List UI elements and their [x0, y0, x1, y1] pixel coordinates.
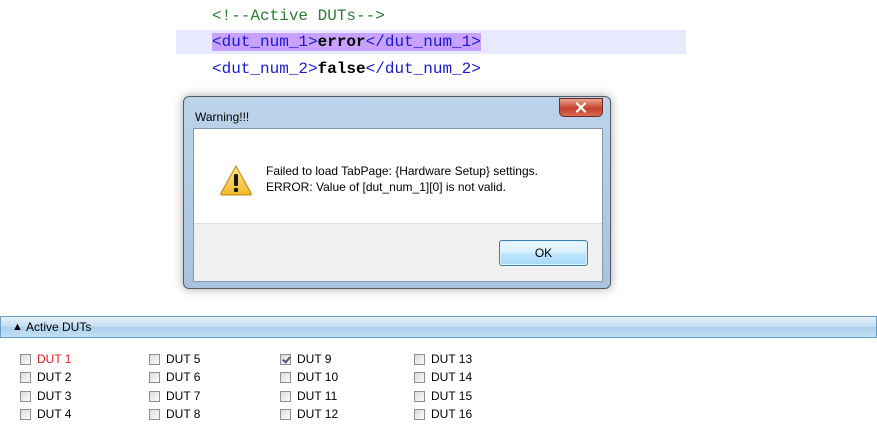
dut-label: DUT 3: [37, 389, 72, 403]
active-duts-header[interactable]: ▲ Active DUTs: [0, 316, 877, 338]
dut-label: DUT 1: [37, 352, 72, 366]
dut-checkbox[interactable]: [414, 390, 425, 402]
xml-close-tag: </dut_num_2>: [365, 60, 481, 78]
dut-checkbox-item[interactable]: DUT 7: [149, 388, 200, 404]
dialog-title: Warning!!!: [195, 110, 250, 124]
dut-checkbox-item[interactable]: DUT 4: [20, 406, 71, 422]
dut-label: DUT 8: [166, 407, 201, 421]
dut-checkbox-item[interactable]: DUT 9: [280, 351, 331, 367]
xml-value: error: [317, 33, 366, 51]
ok-button[interactable]: OK: [499, 240, 588, 266]
dut-checkbox-item[interactable]: DUT 10: [280, 369, 338, 385]
dut-checkbox-item[interactable]: DUT 16: [414, 406, 472, 422]
close-icon: [575, 102, 587, 113]
dut-checkbox-item[interactable]: DUT 13: [414, 351, 472, 367]
warning-dialog: Warning!!! Failed to load TabPage: {Hard…: [183, 96, 611, 289]
dut-label: DUT 15: [431, 389, 473, 403]
dut-checkbox-item[interactable]: DUT 6: [149, 369, 200, 385]
dut-label: DUT 16: [431, 407, 473, 421]
dut-checkbox[interactable]: [280, 408, 291, 420]
dut-label: DUT 9: [297, 352, 332, 366]
dut-label: DUT 6: [166, 370, 201, 384]
dut-checkbox-item[interactable]: DUT 12: [280, 406, 338, 422]
dut-label: DUT 10: [297, 370, 339, 384]
dut-label: DUT 5: [166, 352, 201, 366]
dut-checkbox[interactable]: [280, 353, 291, 365]
dut-checkbox-item[interactable]: DUT 14: [414, 369, 472, 385]
dut-checkbox[interactable]: [20, 353, 31, 365]
dut-checkbox[interactable]: [20, 371, 31, 383]
dut-checkbox[interactable]: [414, 353, 425, 365]
dut-label: DUT 7: [166, 389, 201, 403]
xml-close-tag-part: num_1>: [423, 33, 481, 51]
dut-checkbox[interactable]: [414, 371, 425, 383]
dialog-message: Failed to load TabPage: {Hardware Setup}…: [266, 163, 538, 195]
dut-checkbox-item[interactable]: DUT 5: [149, 351, 200, 367]
dut-checkbox[interactable]: [280, 390, 291, 402]
xml-open-tag: <dut_num_1>: [212, 33, 318, 51]
close-button[interactable]: [559, 98, 603, 117]
dialog-body: Failed to load TabPage: {Hardware Setup}…: [193, 128, 603, 282]
dut-checkbox[interactable]: [149, 408, 160, 420]
xml-line-dut-num-1: <dut_num_1>error</dut_num_1>: [212, 30, 481, 54]
dut-label: DUT 4: [37, 407, 72, 421]
xml-value: false: [317, 60, 366, 78]
dut-checkbox[interactable]: [414, 408, 425, 420]
dut-checkbox-item[interactable]: DUT 8: [149, 406, 200, 422]
dut-label: DUT 14: [431, 370, 473, 384]
dut-checkbox-item[interactable]: DUT 2: [20, 369, 71, 385]
panel-title: Active DUTs: [26, 320, 92, 334]
dut-label: DUT 11: [297, 389, 338, 403]
dut-checkbox[interactable]: [149, 371, 160, 383]
dut-checkbox[interactable]: [20, 390, 31, 402]
dut-checkbox-item[interactable]: DUT 1: [20, 351, 71, 367]
xml-close-tag-part: </dut_: [365, 33, 424, 51]
xml-comment: <!--Active DUTs-->: [212, 7, 385, 25]
dut-checkbox[interactable]: [149, 390, 160, 402]
xml-editor[interactable]: <!--Active DUTs--> <dut_num_1>error</dut…: [0, 0, 877, 90]
xml-line-dut-num-2: <dut_num_2>false</dut_num_2>: [212, 57, 481, 81]
dut-checkbox[interactable]: [149, 353, 160, 365]
dut-checkbox-item[interactable]: DUT 3: [20, 388, 71, 404]
message-line: Failed to load TabPage: {Hardware Setup}…: [266, 164, 538, 178]
message-line: ERROR: Value of [dut_num_1][0] is not va…: [266, 180, 506, 194]
collapse-arrow-icon[interactable]: ▲: [12, 320, 23, 334]
dut-checkbox[interactable]: [280, 371, 291, 383]
warning-icon: [220, 164, 252, 196]
dut-label: DUT 2: [37, 370, 72, 384]
dut-checkbox-item[interactable]: DUT 15: [414, 388, 472, 404]
dut-checkbox-item[interactable]: DUT 11: [280, 388, 337, 404]
dut-checkbox[interactable]: [20, 408, 31, 420]
dut-label: DUT 13: [431, 352, 473, 366]
dut-label: DUT 12: [297, 407, 339, 421]
xml-open-tag: <dut_num_2>: [212, 60, 318, 78]
